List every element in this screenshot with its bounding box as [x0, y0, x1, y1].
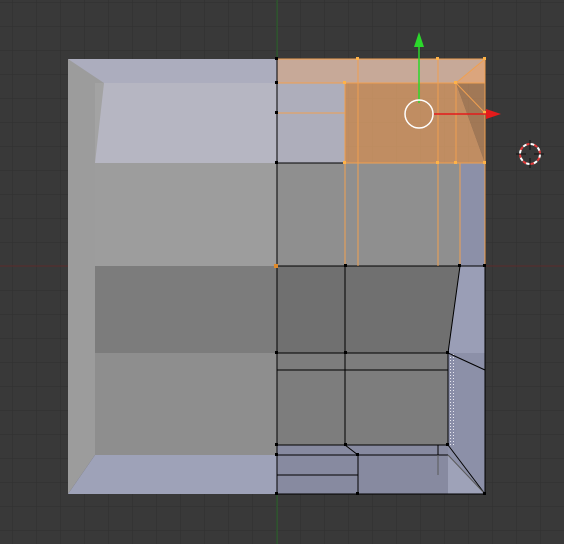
3d-viewport[interactable]: [0, 0, 564, 544]
face-inner-top-left: [95, 83, 277, 163]
face-inner-middle-right: [277, 266, 460, 353]
face-dotted-selection: [448, 353, 456, 445]
face-inner-middle-left: [95, 266, 277, 353]
face-inner-lower-left: [95, 353, 277, 455]
face-inner-upper-left: [95, 163, 277, 266]
face-inner-upper-right: [277, 163, 460, 266]
face-inner-lower-right: [277, 353, 448, 455]
face-inner-top-right: [277, 83, 345, 163]
face-bottom-strip: [277, 445, 448, 494]
selected-face-top[interactable]: [277, 59, 485, 83]
cube-mesh[interactable]: [68, 57, 486, 495]
